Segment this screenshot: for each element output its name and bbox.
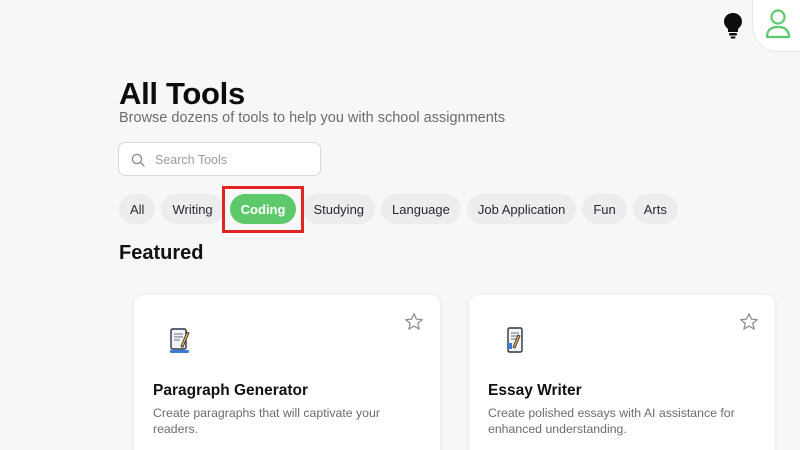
tool-card-essay-writer[interactable]: Essay Writer Create polished essays with… <box>468 294 776 450</box>
user-icon <box>765 9 791 39</box>
category-filter: All Writing Coding Studying Language Job… <box>119 186 678 233</box>
document-pencil-icon <box>168 325 192 357</box>
favorite-star-icon[interactable] <box>739 312 759 332</box>
category-chip-coding[interactable]: Coding <box>229 194 297 224</box>
category-chip-arts[interactable]: Arts <box>632 194 678 224</box>
featured-heading: Featured <box>119 242 204 264</box>
card-description: Create polished essays with AI assistanc… <box>488 406 735 436</box>
card-title: Paragraph Generator <box>153 382 309 399</box>
category-chip-coding-wrapper: Coding <box>221 186 305 233</box>
tool-card-paragraph-generator[interactable]: Paragraph Generator Create paragraphs th… <box>133 294 441 450</box>
card-title: Essay Writer <box>488 382 582 399</box>
category-chip-job-application[interactable]: Job Application <box>466 194 577 224</box>
page-subtitle: Browse dozens of tools to help you with … <box>119 110 506 126</box>
category-chip-language[interactable]: Language <box>381 194 461 224</box>
all-tools-page: All Tools Browse dozens of tools to help… <box>0 0 800 450</box>
category-chip-studying[interactable]: Studying <box>302 194 376 224</box>
category-chip-writing[interactable]: Writing <box>161 194 224 224</box>
search-icon <box>131 153 145 167</box>
category-chip-fun[interactable]: Fun <box>582 194 627 224</box>
category-chip-all[interactable]: All <box>119 194 156 224</box>
search-box[interactable] <box>118 142 321 176</box>
card-description: Create paragraphs that will captivate yo… <box>153 406 380 436</box>
search-input[interactable] <box>155 150 310 170</box>
favorite-star-icon[interactable] <box>404 312 424 332</box>
lightbulb-icon[interactable] <box>723 12 743 40</box>
profile-button[interactable] <box>752 0 800 52</box>
page-title: All Tools <box>119 76 245 111</box>
document-pencil-icon <box>503 325 527 357</box>
